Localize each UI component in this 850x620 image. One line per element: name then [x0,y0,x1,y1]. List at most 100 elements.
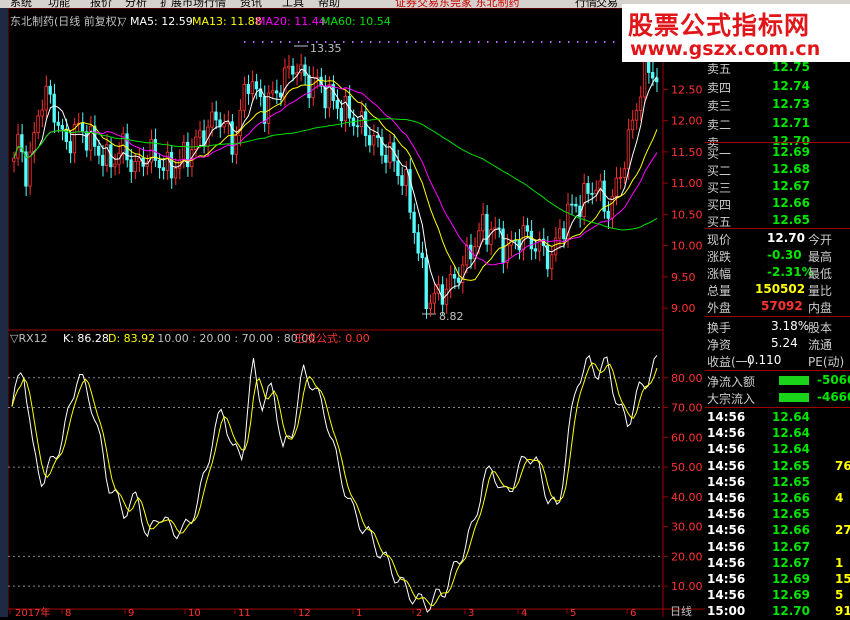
x-axis-label: 4 [521,608,527,617]
flow-bar [779,393,809,402]
stat-row: 总量 150502 量比 [705,282,850,298]
menu-item[interactable]: 帮助 [318,0,340,8]
menu-item[interactable]: 系统 [10,0,32,8]
candle-body [416,232,420,254]
candle-body [456,277,461,283]
quote-cell: 卖五 [707,62,732,76]
ma20-label: MA20: 11.44 [256,15,326,28]
indicator-tick-label: 30.00 [671,521,703,534]
menu-item[interactable]: 工具 [282,0,304,8]
stat-row: 外盘 57092 内盘 [705,299,850,315]
quote-cell: 4 [835,491,844,505]
menu-item[interactable]: 行情 [575,0,597,8]
quote-cell: 12.66 [772,491,810,505]
candle-body [525,225,530,232]
candle-body [452,273,457,279]
header-triangle[interactable]: ▽ [118,15,127,28]
indicator-tick-label: 40.00 [671,491,703,504]
quote-cell: 卖三 [707,99,732,113]
quote-cell: 流通 [808,338,833,352]
quote-cell: 14:56 [707,426,746,441]
quote-cell: 12.69 [772,572,810,586]
candle-body [400,175,404,186]
candle-body [388,142,392,163]
quote-cell: 76 [835,458,850,473]
quote-cell: 12.71 [772,115,810,130]
menu-item[interactable]: 扩展市场行情 [160,0,226,8]
buy-row: 买一 12.69 [705,145,850,161]
quote-cell: 12.74 [772,78,810,93]
quote-cell: 91 [835,604,850,619]
ma13-label: MA13: 11.88 [192,15,262,28]
candle-body [558,228,562,239]
left-toolbar[interactable] [0,8,8,617]
quote-cell: 12.68 [772,162,810,176]
tick-row: 14:56 12.67 [705,540,850,556]
candle-body [12,157,16,162]
quote-cell: 12.70 [767,231,805,245]
quote-cell: 14:56 [707,491,746,505]
quote-cell: 12.70 [772,604,810,619]
menu-item[interactable]: 报价 [90,0,112,8]
candle-body [570,203,574,206]
tick-row: 14:56 12.64 [705,410,850,426]
candle-body [291,65,295,75]
candle-body [56,121,60,126]
low-price-label: 8.82 [439,310,464,323]
menu-item[interactable]: 功能 [48,0,70,8]
candle-body [420,252,424,259]
quote-cell: 12.75 [772,60,810,74]
candle-body [161,167,166,171]
candle-body [651,72,655,79]
quote-cell: 股本 [808,321,833,335]
flow-row: 净流入额 -5060 [705,373,850,389]
quote-cell: 14:56 [707,507,746,522]
sell-row: 卖四 12.74 [705,79,850,95]
stock-chart[interactable]: 13.0012.5012.0011.5011.0010.5010.009.509… [8,8,705,617]
quote-cell: 涨幅 [707,267,732,281]
quote-cell: 卖四 [707,80,732,95]
candle-body [60,125,64,130]
quote-cell: 12.69 [772,145,810,159]
quote-cell: 0.110 [747,353,782,367]
stat2-row: 收益(一) 0.110 PE(动) [705,353,850,369]
menu-item[interactable]: 资讯 [240,0,262,8]
quote-cell: 14:56 [707,572,746,586]
tick-row: 14:56 12.64 [705,426,850,442]
candle-body [367,135,372,146]
menu-item[interactable]: 分析 [125,0,147,8]
flow-value: -4660 [817,390,850,404]
quote-cell: 买一 [707,147,732,161]
menu-item[interactable]: 交易 [596,0,618,8]
quote-cell: 净资 [707,338,732,352]
candle-body [630,119,635,131]
stat-row: 涨跌 -0.30 最高 [705,248,850,264]
stat2-row: 净资 5.24 流通 [705,336,850,352]
candle-body [36,115,40,134]
quote-cell: 内盘 [808,301,833,315]
candle-body [582,183,586,217]
indicator-name[interactable]: ▽RX12 [10,332,48,345]
quote-cell: 27 [835,523,850,538]
x-axis-label: 2017年 [15,606,50,617]
quote-cell: 14:56 [707,442,746,457]
tick-row: 14:56 12.67 1 [705,556,850,572]
buy-row: 买二 12.68 [705,162,850,178]
x-axis-label: 12 [298,608,311,617]
candle-body [618,177,623,179]
x-axis-label: 3 [468,608,474,617]
candle-body [464,244,469,266]
quote-cell: 12.67 [772,539,810,554]
menu-item[interactable]: 证券交易东莞家 东北制药 [395,0,520,8]
quote-cell: 14:56 [707,458,746,473]
candle-body [129,159,133,173]
x-axis-label: 9 [128,608,134,617]
sell-row: 卖二 12.71 [705,116,850,132]
candle-body [404,169,408,186]
price-tick-label: 11.50 [671,146,703,159]
quote-cell: 最高 [808,250,833,264]
candle-body [359,111,364,128]
quote-cell: 1 [835,555,844,570]
candle-body [485,213,489,245]
indicator-tick-label: 10.00 [671,580,703,593]
